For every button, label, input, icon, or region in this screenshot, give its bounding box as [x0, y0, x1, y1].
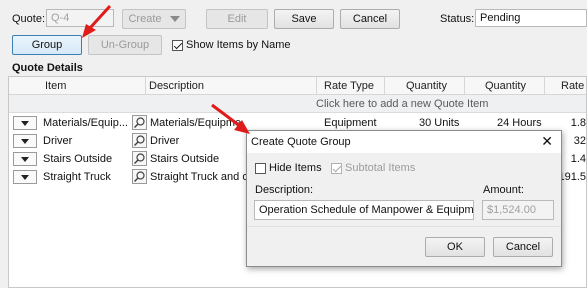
- dialog-cancel-button[interactable]: Cancel: [493, 237, 553, 257]
- edit-button[interactable]: Edit: [206, 9, 268, 29]
- ungroup-label: Un-Group: [100, 39, 150, 51]
- quote-number-field[interactable]: Q-4: [46, 9, 114, 27]
- row-description: Materials/Equipme: [150, 117, 242, 129]
- status-value: Pending: [480, 12, 521, 24]
- add-quote-item-row[interactable]: Click here to add a new Quote Item: [9, 95, 586, 113]
- row-rate: 1.8: [570, 117, 586, 129]
- create-label: Create: [128, 13, 162, 25]
- row-description: Straight Truck and oth: [150, 171, 246, 183]
- magnifier-icon[interactable]: [132, 151, 147, 166]
- checkbox-icon[interactable]: [172, 39, 183, 51]
- magnifier-icon[interactable]: [132, 115, 147, 130]
- row-quantity: 30 Units: [419, 117, 460, 129]
- save-button[interactable]: Save: [274, 9, 334, 29]
- cancel-label: Cancel: [352, 13, 388, 25]
- subtotal-items-label: Subtotal Items: [345, 162, 416, 174]
- description-input[interactable]: Operation Schedule of Manpower & Equipme…: [254, 200, 474, 220]
- column-description[interactable]: Description: [149, 80, 204, 92]
- dropdown-arrow-icon[interactable]: [13, 134, 37, 148]
- ok-label: OK: [447, 241, 463, 253]
- row-item: Straight Truck: [43, 171, 111, 183]
- quote-number-value: Q-4: [51, 12, 70, 24]
- status-field[interactable]: Pending: [475, 9, 587, 27]
- create-quote-group-dialog: Create Quote Group ✕ Hide Items Subtotal…: [246, 130, 562, 267]
- row-quantity-2: 24 Hours: [497, 117, 542, 129]
- row-item: Materials/Equip...: [43, 117, 128, 129]
- column-quantity[interactable]: Quantity: [406, 80, 447, 92]
- ok-button[interactable]: OK: [425, 237, 485, 257]
- column-rate-type[interactable]: Rate Type: [324, 80, 374, 92]
- amount-label: Amount:: [483, 184, 524, 196]
- chevron-down-icon: [169, 16, 180, 22]
- dialog-title: Create Quote Group: [251, 136, 351, 148]
- save-label: Save: [291, 13, 317, 25]
- group-label: Group: [31, 39, 63, 51]
- column-rate[interactable]: Rate: [561, 80, 584, 92]
- checkbox-icon[interactable]: [255, 162, 266, 174]
- amount-value: $1,524.00: [487, 204, 536, 216]
- row-rate-type: Equipment: [324, 117, 377, 129]
- column-quantity-2[interactable]: Quantity: [485, 80, 526, 92]
- create-dropdown-button[interactable]: Create: [122, 9, 186, 29]
- subtotal-items-toggle[interactable]: Subtotal Items: [331, 162, 415, 174]
- show-items-by-name-toggle[interactable]: Show Items by Name: [172, 39, 291, 51]
- description-value: Operation Schedule of Manpower & Equipme…: [259, 204, 474, 216]
- row-item: Driver: [43, 135, 73, 147]
- dropdown-arrow-icon[interactable]: [13, 116, 37, 130]
- edit-label: Edit: [227, 13, 247, 25]
- hide-items-toggle[interactable]: Hide Items: [255, 162, 322, 174]
- section-title: Quote Details: [12, 62, 83, 74]
- hide-items-label: Hide Items: [269, 162, 322, 174]
- row-item: Stairs Outside: [43, 153, 113, 165]
- show-items-label: Show Items by Name: [186, 39, 291, 51]
- add-quote-item-text: Click here to add a new Quote Item: [316, 98, 489, 110]
- dialog-footer: OK Cancel: [247, 226, 561, 266]
- ungroup-button[interactable]: Un-Group: [88, 35, 162, 55]
- quote-label: Quote:: [12, 13, 46, 25]
- magnifier-icon[interactable]: [132, 133, 147, 148]
- description-label: Description:: [255, 184, 314, 196]
- column-item[interactable]: Item: [45, 80, 66, 92]
- dropdown-arrow-icon[interactable]: [13, 152, 37, 166]
- grid-header: Item Description Rate Type Quantity Quan…: [9, 77, 586, 95]
- row-description: Stairs Outside: [150, 153, 220, 165]
- dialog-titlebar: Create Quote Group ✕: [247, 131, 561, 153]
- dropdown-arrow-icon[interactable]: [13, 170, 37, 184]
- checkbox-icon[interactable]: [331, 162, 342, 174]
- row-rate: 191.5: [558, 171, 586, 183]
- dialog-cancel-label: Cancel: [505, 241, 541, 253]
- close-icon[interactable]: ✕: [541, 134, 553, 148]
- row-description: Driver: [150, 135, 180, 147]
- group-button[interactable]: Group: [12, 35, 82, 55]
- magnifier-icon[interactable]: [132, 169, 147, 184]
- status-label: Status:: [440, 13, 475, 25]
- row-rate: 1.4: [570, 153, 586, 165]
- row-rate: 32: [573, 135, 586, 147]
- amount-field[interactable]: $1,524.00: [482, 200, 554, 220]
- cancel-button[interactable]: Cancel: [340, 9, 400, 29]
